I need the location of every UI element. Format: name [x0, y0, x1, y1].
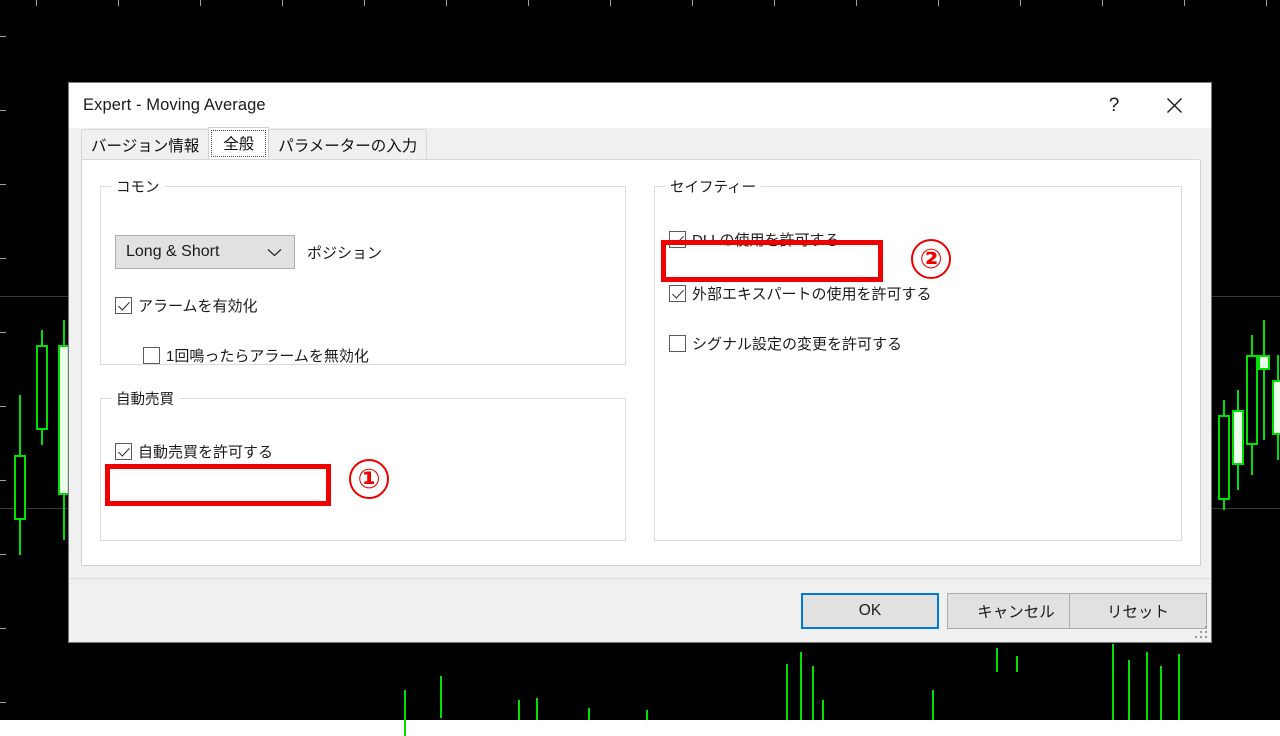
candle-body	[1218, 415, 1230, 500]
dialog-footer: OK キャンセル リセット	[69, 578, 1211, 642]
candle-wick	[1128, 660, 1130, 720]
candle-wick	[812, 666, 814, 720]
candle-body	[1258, 355, 1270, 370]
checkbox-enable-alarm-box	[115, 297, 132, 314]
group-safety-legend: セイフティー	[670, 180, 757, 196]
expert-settings-dialog: Expert - Moving Average ? バージョン情報 全般 パラメ…	[68, 82, 1212, 643]
checkbox-allow-signal-modification-box	[669, 335, 686, 352]
candle-body	[14, 455, 26, 520]
checkbox-disable-alarm-after-once-label: 1回鳴ったらアラームを無効化	[166, 348, 369, 365]
checkbox-allow-auto-trading[interactable]: 自動売買を許可する	[115, 441, 273, 462]
resize-grip-icon[interactable]	[1195, 626, 1208, 639]
candle-wick	[536, 698, 538, 720]
reset-button[interactable]: リセット	[1069, 593, 1207, 629]
checkbox-allow-external-experts[interactable]: 外部エキスパートの使用を許可する	[669, 283, 932, 304]
grid-line-horizontal	[0, 702, 1280, 703]
help-icon[interactable]: ?	[1091, 83, 1137, 128]
checkbox-allow-signal-modification-label: シグナル設定の変更を許可する	[692, 336, 903, 353]
candle-wick	[646, 710, 648, 720]
candle-wick	[996, 648, 998, 672]
checkbox-allow-dll-imports-label: DLLの使用を許可する	[692, 232, 840, 249]
checkbox-disable-alarm-after-once-box	[143, 347, 160, 364]
checkbox-disable-alarm-after-once[interactable]: 1回鳴ったらアラームを無効化	[143, 345, 369, 366]
candle-body	[36, 345, 48, 430]
candle-wick	[404, 690, 406, 736]
dialog-titlebar: Expert - Moving Average ?	[69, 83, 1211, 128]
candle-wick	[822, 700, 824, 720]
candle-wick	[440, 676, 442, 718]
group-common-legend: コモン	[116, 180, 160, 196]
tab-inputs-label: パラメーターの入力	[278, 137, 418, 155]
position-select[interactable]: Long & Short	[115, 235, 295, 269]
tab-inputs[interactable]: パラメーターの入力	[268, 129, 428, 159]
cancel-button[interactable]: キャンセル	[947, 593, 1085, 629]
position-row: Long & Short ポジション	[115, 235, 382, 269]
candle-wick	[518, 700, 520, 720]
dialog-title: Expert - Moving Average	[83, 96, 266, 114]
candle-wick	[932, 690, 934, 720]
ok-button-label: OK	[858, 602, 882, 619]
close-icon[interactable]	[1151, 83, 1197, 128]
checkbox-allow-dll-imports-box	[669, 231, 686, 248]
checkbox-enable-alarm-label: アラームを有効化	[138, 298, 258, 315]
help-icon-glyph: ?	[1108, 94, 1120, 116]
group-safety: セイフティー DLLの使用を許可する 外部エキスパートの使用を許可する シグナル…	[654, 176, 1182, 541]
checkbox-allow-auto-trading-box	[115, 443, 132, 460]
tab-strip: バージョン情報 全般 パラメーターの入力	[81, 127, 1199, 160]
group-common: コモン Long & Short ポジション アラームを有効化 1回鳴ったらアラ…	[100, 176, 626, 365]
annotation-number-1: ①	[349, 459, 389, 499]
checkbox-allow-auto-trading-label: 自動売買を許可する	[138, 444, 274, 461]
candle-wick	[786, 664, 788, 720]
candle-body	[1246, 355, 1258, 445]
general-tab-panel: コモン Long & Short ポジション アラームを有効化 1回鳴ったらアラ…	[81, 160, 1201, 566]
checkbox-allow-external-experts-box	[669, 285, 686, 302]
reset-button-label: リセット	[1106, 604, 1169, 621]
candle-body	[1232, 410, 1244, 465]
ok-button[interactable]: OK	[801, 593, 939, 629]
tab-version-info[interactable]: バージョン情報	[81, 129, 210, 159]
chevron-down-icon	[267, 245, 286, 260]
candle-wick	[1160, 666, 1162, 720]
cancel-button-label: キャンセル	[977, 604, 1055, 621]
candle-wick	[1016, 656, 1018, 672]
checkbox-allow-external-experts-label: 外部エキスパートの使用を許可する	[692, 286, 932, 303]
group-auto-trading-legend: 自動売買	[116, 392, 174, 408]
tab-general-label: 全般	[223, 136, 255, 153]
tab-version-info-label: バージョン情報	[91, 137, 200, 155]
checkbox-allow-dll-imports[interactable]: DLLの使用を許可する	[669, 229, 840, 250]
candle-wick	[1178, 654, 1180, 720]
position-label: ポジション	[307, 244, 383, 262]
annotation-number-2: ②	[911, 239, 951, 279]
candle-wick	[1146, 652, 1148, 720]
tab-general[interactable]: 全般	[208, 127, 270, 159]
position-select-value: Long & Short	[126, 243, 220, 260]
candle-wick	[588, 708, 590, 720]
checkbox-enable-alarm[interactable]: アラームを有効化	[115, 295, 258, 316]
candle-wick	[800, 652, 802, 720]
candle-wick	[1263, 320, 1265, 440]
grid-line-horizontal	[0, 36, 1280, 37]
checkbox-allow-signal-modification[interactable]: シグナル設定の変更を許可する	[669, 333, 902, 354]
candle-body	[1272, 380, 1280, 435]
candle-wick	[1112, 644, 1114, 720]
